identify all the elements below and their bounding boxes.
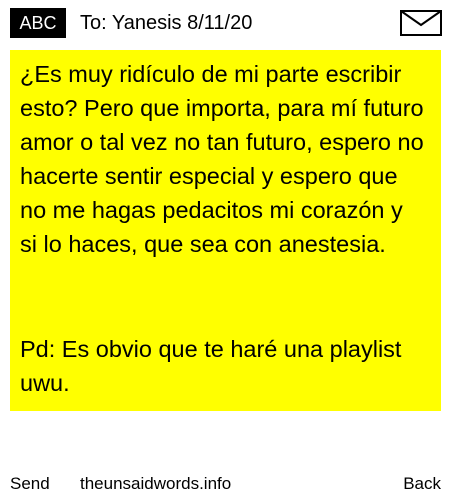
footer-bar: Send theunsaidwords.info Back <box>0 470 450 500</box>
message-postscript: Pd: Es obvio que te haré una playlist uw… <box>20 336 402 396</box>
header: ABC To: Yanesis 8/11/20 <box>0 0 450 44</box>
send-button[interactable]: Send <box>10 474 50 494</box>
site-name: theunsaidwords.info <box>80 474 232 493</box>
abc-badge[interactable]: ABC <box>10 8 66 38</box>
envelope-icon[interactable] <box>400 10 442 36</box>
app-screen: ABC To: Yanesis 8/11/20 ¿Es muy ridículo… <box>0 0 450 500</box>
recipient-label: To: Yanesis 8/11/20 <box>80 12 253 34</box>
back-button[interactable]: Back <box>403 474 441 494</box>
message-paragraph: ¿Es muy ridículo de mi parte escribir es… <box>20 61 424 257</box>
message-note: ¿Es muy ridículo de mi parte escribir es… <box>10 50 441 411</box>
